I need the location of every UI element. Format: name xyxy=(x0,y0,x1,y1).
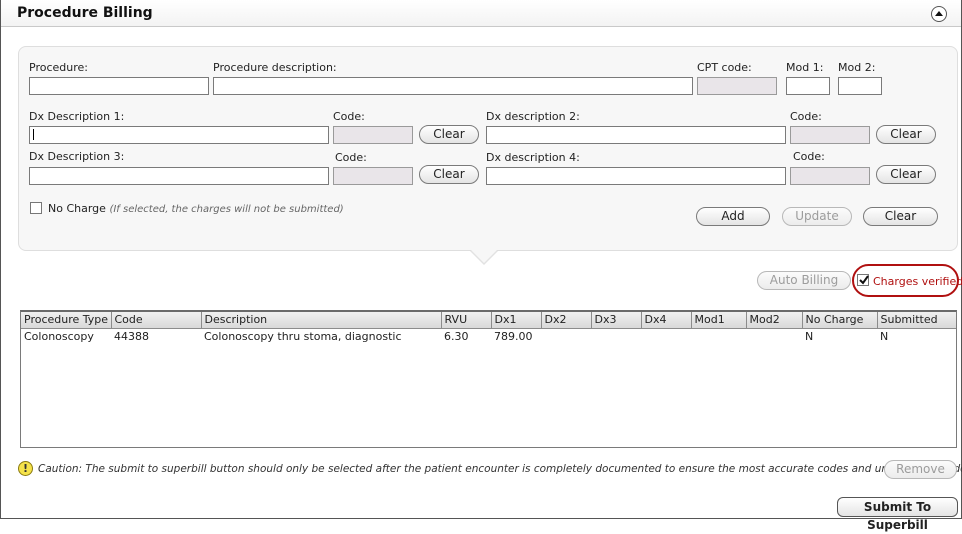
dx2-clear-button[interactable]: Clear xyxy=(876,125,936,144)
table-cell: Colonoscopy thru stoma, diagnostic xyxy=(204,329,402,343)
collapse-button[interactable] xyxy=(931,6,947,22)
table-cell: 44388 xyxy=(114,329,149,343)
text-cursor xyxy=(33,129,34,140)
column-header[interactable]: Dx2 xyxy=(541,312,592,329)
dx2-code-field xyxy=(790,126,870,144)
dx4-code-label: Code: xyxy=(793,150,825,163)
panel-pointer-fill xyxy=(471,250,497,263)
table-cell xyxy=(641,328,691,344)
table-cell: N xyxy=(880,329,889,343)
dx4-clear-button[interactable]: Clear xyxy=(876,165,936,184)
column-header[interactable]: RVU xyxy=(441,312,492,329)
dx-description-4-label: Dx description 4: xyxy=(486,151,580,164)
warning-icon: ! xyxy=(18,461,33,476)
mod2-input[interactable] xyxy=(838,77,882,95)
no-charge-note: (If selected, the charges will not be su… xyxy=(109,204,344,215)
column-header[interactable]: Mod2 xyxy=(746,312,803,329)
dx1-clear-button[interactable]: Clear xyxy=(419,125,479,144)
column-header[interactable]: Mod1 xyxy=(691,312,747,329)
page-title: Procedure Billing xyxy=(17,5,153,21)
procedure-description-label: Procedure description: xyxy=(213,61,337,74)
table-header-row: Procedure Type Code Description RVU Dx1 … xyxy=(21,312,956,329)
cpt-code-label: CPT code: xyxy=(697,61,752,74)
column-header[interactable]: Dx1 xyxy=(491,312,542,329)
no-charge-text: No Charge xyxy=(48,202,106,215)
dx1-code-field xyxy=(333,126,413,144)
column-header[interactable]: Description xyxy=(201,312,442,329)
column-header[interactable]: No Charge xyxy=(802,312,878,329)
table-cell: 789.00 xyxy=(494,329,533,343)
table-cell xyxy=(691,328,746,344)
no-charge-checkbox[interactable] xyxy=(30,202,42,214)
mod1-input[interactable] xyxy=(786,77,830,95)
column-header[interactable]: Code xyxy=(111,312,202,329)
auto-billing-button[interactable]: Auto Billing xyxy=(757,271,851,290)
charges-verified-label: Charges verified xyxy=(873,275,962,288)
column-header[interactable]: Procedure Type xyxy=(21,312,112,329)
dx1-code-label: Code: xyxy=(333,110,365,123)
add-button[interactable]: Add xyxy=(696,207,770,226)
dx2-code-label: Code: xyxy=(790,110,822,123)
clear-form-button[interactable]: Clear xyxy=(863,207,938,226)
table-cell xyxy=(541,328,591,344)
column-header[interactable]: Dx3 xyxy=(591,312,642,329)
dx-description-3-input[interactable] xyxy=(29,167,329,185)
update-button[interactable]: Update xyxy=(782,207,852,226)
column-header[interactable]: Dx4 xyxy=(641,312,692,329)
dx4-code-field xyxy=(790,167,870,185)
charges-verified-checkbox[interactable] xyxy=(857,274,869,286)
column-header[interactable]: Submitted xyxy=(877,312,956,329)
checkmark-icon xyxy=(859,275,869,285)
table-cell: Colonoscopy xyxy=(24,329,94,343)
dx-description-2-input[interactable] xyxy=(486,126,786,144)
cpt-code-field xyxy=(697,77,777,95)
procedure-table: Procedure Type Code Description RVU Dx1 … xyxy=(20,310,957,448)
procedure-description-input[interactable] xyxy=(213,77,693,95)
dx-description-1-wrap xyxy=(29,126,329,144)
dx-description-1-label: Dx Description 1: xyxy=(29,110,125,123)
dx-description-2-label: Dx description 2: xyxy=(486,110,580,123)
submit-to-superbill-button[interactable]: Submit To Superbill xyxy=(837,497,958,532)
table-cell: 6.30 xyxy=(444,329,469,343)
chevron-up-icon xyxy=(935,11,943,16)
table-cell: N xyxy=(805,329,814,343)
dx-description-1-input[interactable] xyxy=(29,126,329,144)
table-cell xyxy=(591,328,641,344)
mod2-label: Mod 2: xyxy=(838,61,876,74)
procedure-label: Procedure: xyxy=(29,61,88,74)
no-charge-label: No Charge (If selected, the charges will… xyxy=(48,202,344,215)
dx3-clear-button[interactable]: Clear xyxy=(419,165,479,184)
remove-button[interactable]: Remove xyxy=(884,460,957,479)
procedure-grid: Procedure Type Code Description RVU Dx1 … xyxy=(21,312,956,344)
dx3-code-label: Code: xyxy=(335,151,367,164)
header-bar: Procedure Billing xyxy=(1,0,961,27)
dx-description-4-input[interactable] xyxy=(486,167,786,185)
table-cell xyxy=(746,328,802,344)
mod1-label: Mod 1: xyxy=(786,61,824,74)
dx-description-3-label: Dx Description 3: xyxy=(29,150,125,163)
procedure-input[interactable] xyxy=(29,77,209,95)
table-row[interactable]: Colonoscopy 44388 Colonoscopy thru stoma… xyxy=(21,328,956,344)
caution-text: Caution: The submit to superbill button … xyxy=(38,463,962,475)
dx3-code-field xyxy=(333,167,413,185)
